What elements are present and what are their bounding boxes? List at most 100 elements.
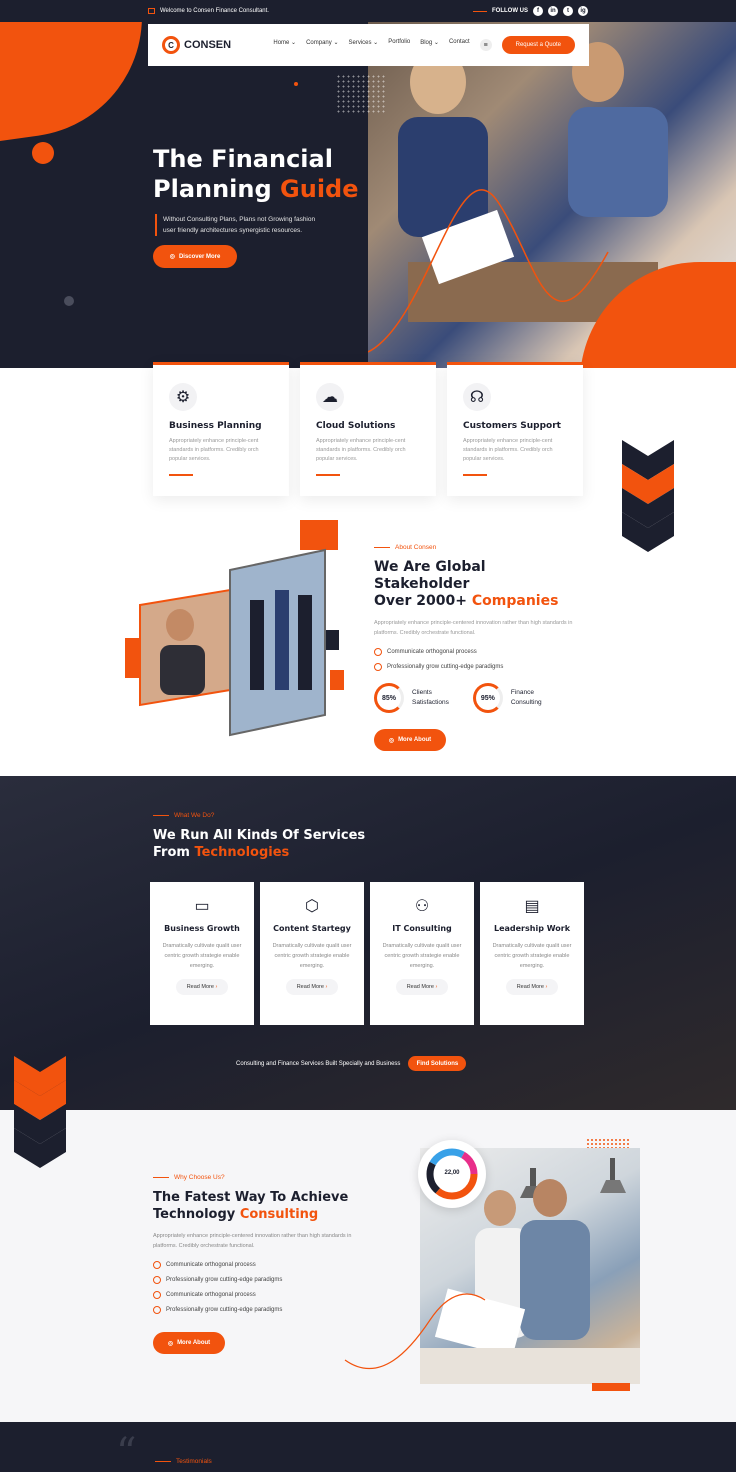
nav-item-blog[interactable]: Blog ⌄ (420, 39, 439, 51)
decorative-chevrons (14, 1056, 66, 1168)
follow-label: FOLLOW US (492, 8, 528, 14)
why-title: The Fatest Way To Achieve Technology Cons… (153, 1190, 349, 1222)
decorative-dot (294, 82, 298, 86)
feature-card: ⚙ Business Planning Appropriately enhanc… (153, 362, 289, 496)
services-title: We Run All Kinds Of Services From Technol… (153, 828, 366, 860)
content-strategy-icon: ⬡ (305, 898, 319, 915)
cloud-solutions-icon: ☁ (316, 383, 344, 411)
check-icon (153, 1261, 161, 1269)
check-item: Professionally grow cutting-edge paradig… (153, 1276, 373, 1284)
stat-finance: 95% Finance Consulting (472, 683, 542, 713)
leadership-work-icon: ▤ (524, 898, 540, 915)
service-card: ▭ Business Growth Dramatically cultivate… (150, 882, 254, 1025)
globe-icon: ◎ (169, 254, 175, 260)
read-more-button[interactable]: Read More › (506, 979, 558, 995)
dot-pattern (336, 74, 386, 114)
progress-circle: 95% (472, 683, 503, 713)
read-more-button[interactable]: Read More › (286, 979, 338, 995)
business-planning-icon: ⚙ (169, 383, 197, 411)
decorative-bar (592, 1383, 630, 1391)
globe-icon: ◎ (167, 1340, 174, 1347)
about-images (120, 520, 350, 740)
stat-clients: 85% Clients Satisfactions (374, 683, 449, 713)
instagram-icon[interactable]: ig (578, 6, 588, 16)
business-growth-icon: ▭ (194, 898, 210, 915)
about-content: About Consen We Are Global Stakeholder Ov… (374, 544, 584, 751)
accent-bar (463, 474, 487, 476)
divider (473, 10, 487, 12)
it-consulting-icon: ⚇ (414, 898, 430, 915)
logo-icon: C (162, 36, 180, 54)
mail-icon (148, 8, 155, 14)
badge-value: 22,00 (444, 1170, 460, 1176)
discover-more-button[interactable]: ◎ Discover More (153, 245, 237, 268)
nav-item-services[interactable]: Services ⌄ (348, 39, 378, 51)
section-label: Testimonials (155, 1458, 212, 1465)
section-label: What We Do? (153, 812, 365, 819)
nav-item-portfolio[interactable]: Portfolio (388, 39, 410, 51)
section-label: Why Choose Us? (153, 1174, 373, 1181)
stats: 85% Clients Satisfactions 95% Finance Cons… (374, 683, 584, 713)
read-more-button[interactable]: Read More › (396, 979, 448, 995)
nav-item-home[interactable]: Home ⌄ (273, 39, 296, 51)
find-solutions-button[interactable]: Find Solutions (408, 1056, 467, 1071)
nav-item-contact[interactable]: Contact (449, 39, 470, 51)
about-photo-collage (125, 520, 344, 737)
nav-item-company[interactable]: Company ⌄ (306, 39, 338, 51)
main-nav: C CONSEN Home ⌄ Company ⌄ Services ⌄ Port… (148, 24, 589, 66)
request-quote-button[interactable]: Request a Quote (501, 36, 575, 54)
services-footer: Consulting and Finance Services Built Sp… (236, 1056, 467, 1071)
decorative-chevrons (622, 440, 674, 552)
progress-circle: 85% (374, 683, 404, 713)
services-heading: What We Do? We Run All Kinds Of Services… (153, 812, 365, 861)
feature-text: Appropriately enhance principle-cent sta… (463, 438, 553, 462)
about-text: Appropriately enhance principle-centered… (374, 620, 573, 636)
feature-title: Business Planning (169, 421, 262, 431)
social-links: FOLLOW US f in t ig (473, 6, 588, 16)
decorative-shape (0, 22, 158, 144)
accent-bar (169, 474, 193, 476)
service-card: ⚇ IT Consulting Dramatically cultivate q… (370, 882, 474, 1025)
check-item: Professionally grow cutting-edge paradig… (374, 663, 584, 671)
feature-card: ☊ Customers Support Appropriately enhanc… (447, 362, 583, 496)
service-card: ⬡ Content Startegy Dramatically cultivat… (260, 882, 364, 1025)
quote-icon: “ (116, 1430, 137, 1476)
dot-pattern (586, 1138, 630, 1148)
read-more-button[interactable]: Read More › (176, 979, 228, 995)
why-text: Appropriately enhance principle-centered… (153, 1233, 352, 1249)
customer-support-icon: ☊ (463, 383, 491, 411)
globe-icon: ◎ (388, 737, 395, 744)
decorative-circle (64, 296, 74, 306)
stats-badge: 22,00 (418, 1140, 486, 1208)
check-icon (153, 1306, 161, 1314)
linkedin-icon[interactable]: in (548, 6, 558, 16)
testimonials-section: “ Testimonials (0, 1422, 736, 1476)
section-label: About Consen (374, 544, 584, 551)
feature-title: Customers Support (463, 421, 561, 431)
top-bar: Welcome to Consen Finance Consultant. FO… (0, 0, 736, 22)
facebook-icon[interactable]: f (533, 6, 543, 16)
check-icon (374, 663, 382, 671)
more-about-button[interactable]: ◎ More About (374, 729, 446, 751)
feature-title: Cloud Solutions (316, 421, 396, 431)
check-item: Communicate orthogonal process (153, 1261, 373, 1269)
hero-subtitle: Without Consulting Plans, Plans not Grow… (155, 214, 325, 236)
feature-text: Appropriately enhance principle-cent sta… (169, 438, 259, 462)
logo[interactable]: C CONSEN (162, 36, 262, 54)
check-icon (153, 1276, 161, 1284)
decorative-circle (32, 142, 54, 164)
check-icon (374, 648, 382, 656)
service-card: ▤ Leadership Work Dramatically cultivate… (480, 882, 584, 1025)
twitter-icon[interactable]: t (563, 6, 573, 16)
about-title: We Are Global Stakeholder Over 2000+ Comp… (374, 559, 559, 609)
feature-card: ☁ Cloud Solutions Appropriately enhance … (300, 362, 436, 496)
hero-section: The Financial Planning Guide Without Con… (0, 22, 736, 368)
check-item: Communicate orthogonal process (374, 648, 584, 656)
menu: Home ⌄ Company ⌄ Services ⌄ Portfolio Bl… (262, 39, 492, 51)
menu-toggle-icon[interactable]: ≡ (479, 39, 492, 51)
feature-text: Appropriately enhance principle-cent sta… (316, 438, 406, 462)
hero-title: The Financial Planning Guide (153, 145, 359, 203)
accent-bar (316, 474, 340, 476)
more-about-button[interactable]: ◎ More About (153, 1332, 225, 1354)
welcome-message: Welcome to Consen Finance Consultant. (148, 8, 269, 14)
